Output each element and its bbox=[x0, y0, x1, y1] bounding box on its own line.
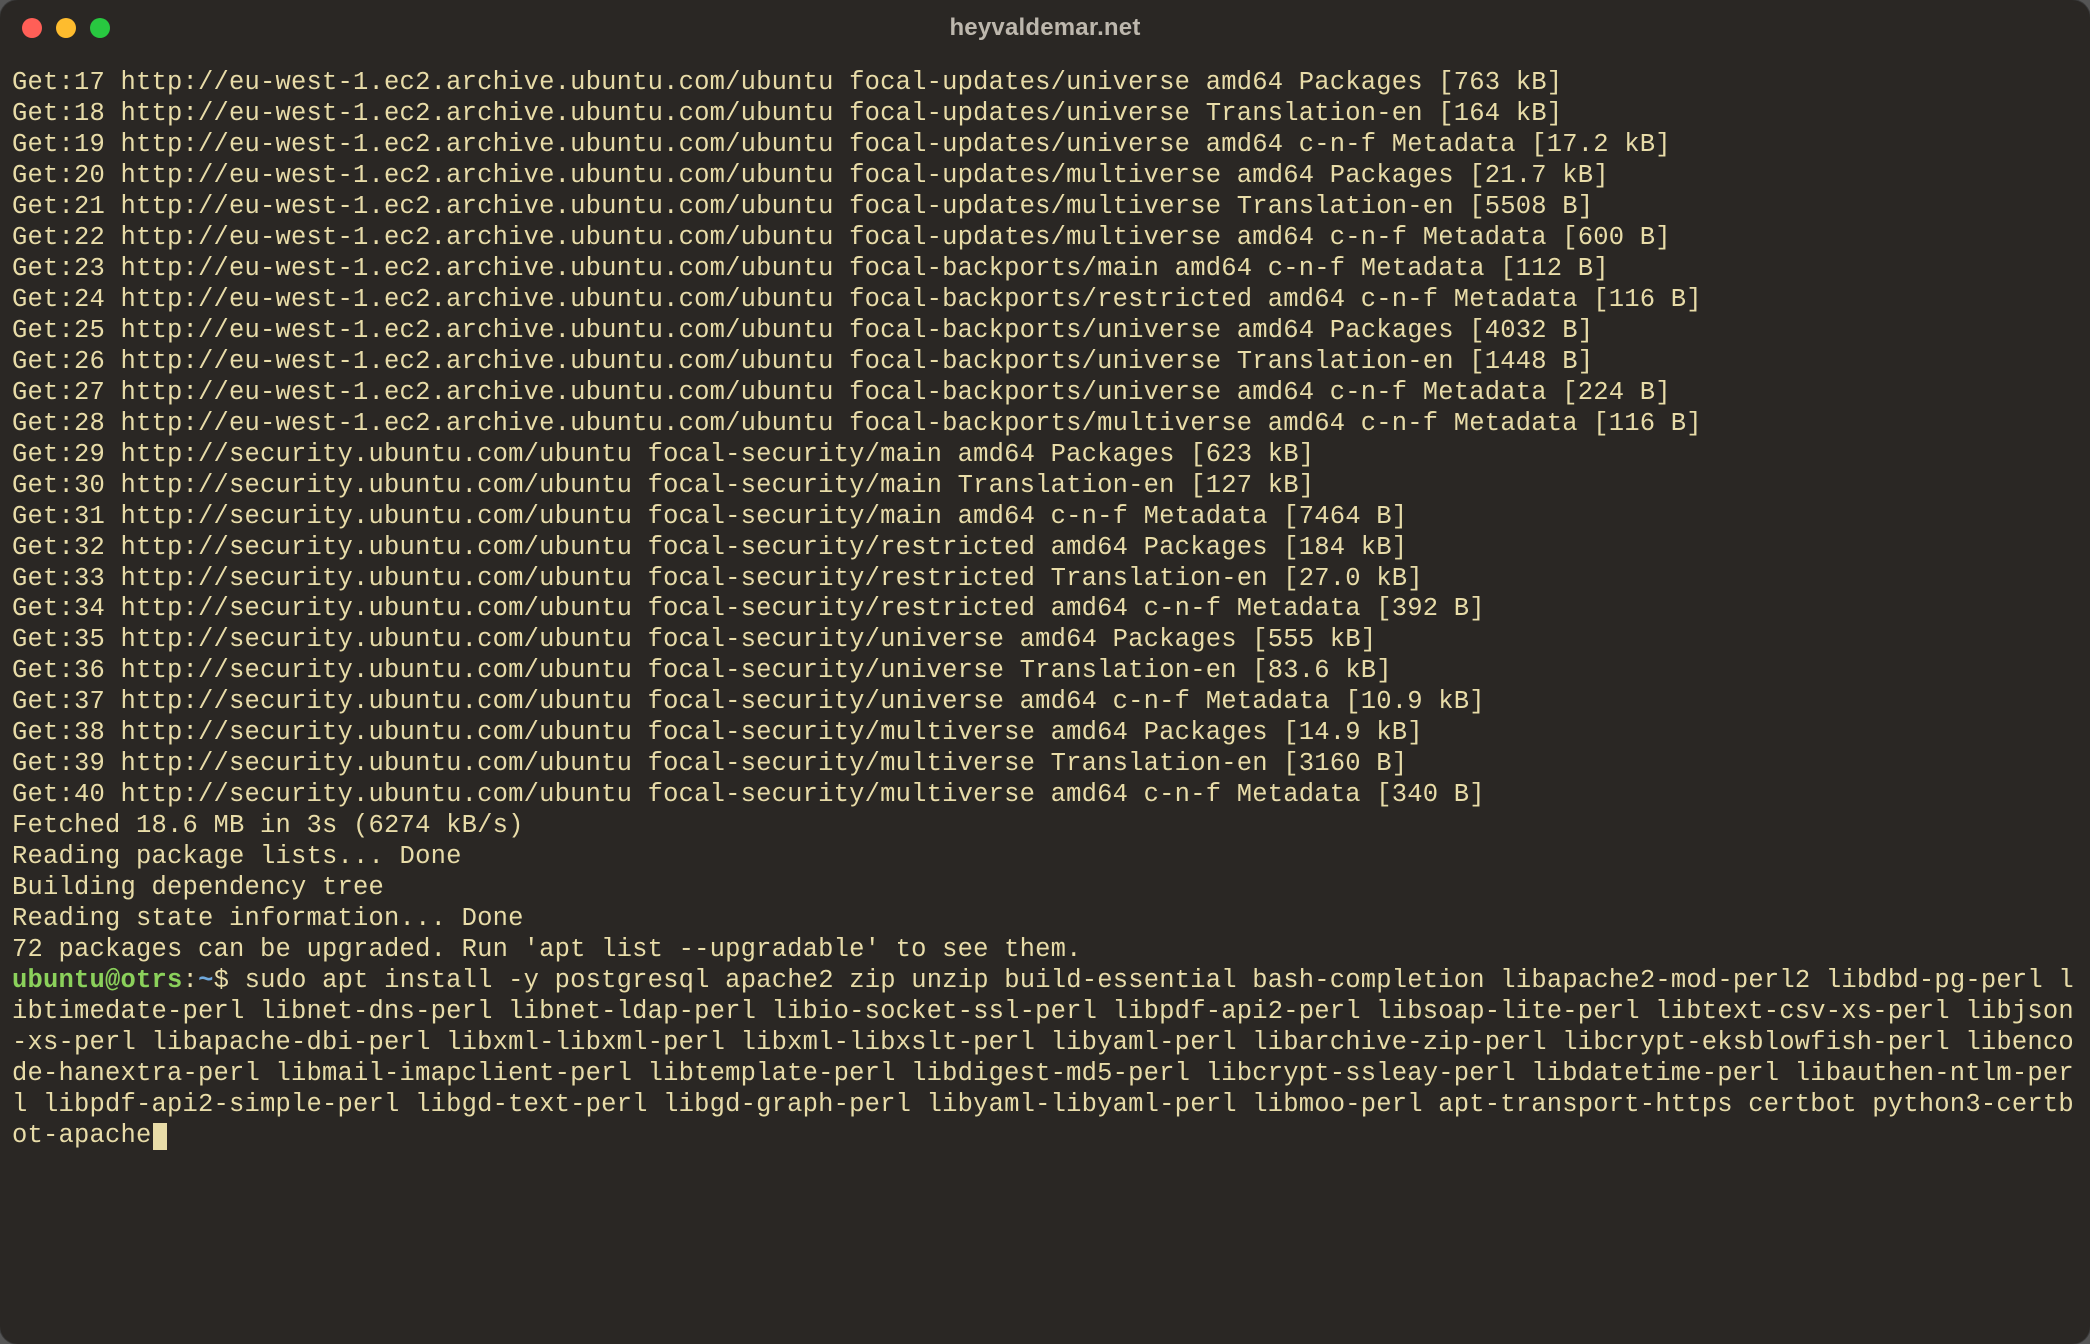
zoom-icon[interactable] bbox=[90, 18, 110, 38]
prompt-user: ubuntu bbox=[12, 966, 105, 995]
prompt-path: ~ bbox=[198, 966, 214, 995]
window-title: heyvaldemar.net bbox=[949, 13, 1140, 42]
prompt-host: otrs bbox=[121, 966, 183, 995]
traffic-lights bbox=[22, 18, 110, 38]
prompt-at: @ bbox=[105, 966, 121, 995]
prompt: ubuntu@otrs:~$ bbox=[12, 966, 229, 995]
cursor-icon bbox=[153, 1123, 167, 1150]
terminal-body[interactable]: Get:17 http://eu-west-1.ec2.archive.ubun… bbox=[0, 56, 2090, 1160]
terminal-output: Get:17 http://eu-west-1.ec2.archive.ubun… bbox=[12, 68, 1702, 964]
prompt-colon: : bbox=[183, 966, 199, 995]
command-input[interactable]: sudo apt install -y postgresql apache2 z… bbox=[12, 966, 2074, 1150]
titlebar: heyvaldemar.net bbox=[0, 0, 2090, 56]
close-icon[interactable] bbox=[22, 18, 42, 38]
terminal-window: heyvaldemar.net Get:17 http://eu-west-1.… bbox=[0, 0, 2090, 1344]
minimize-icon[interactable] bbox=[56, 18, 76, 38]
prompt-symbol: $ bbox=[214, 966, 230, 995]
